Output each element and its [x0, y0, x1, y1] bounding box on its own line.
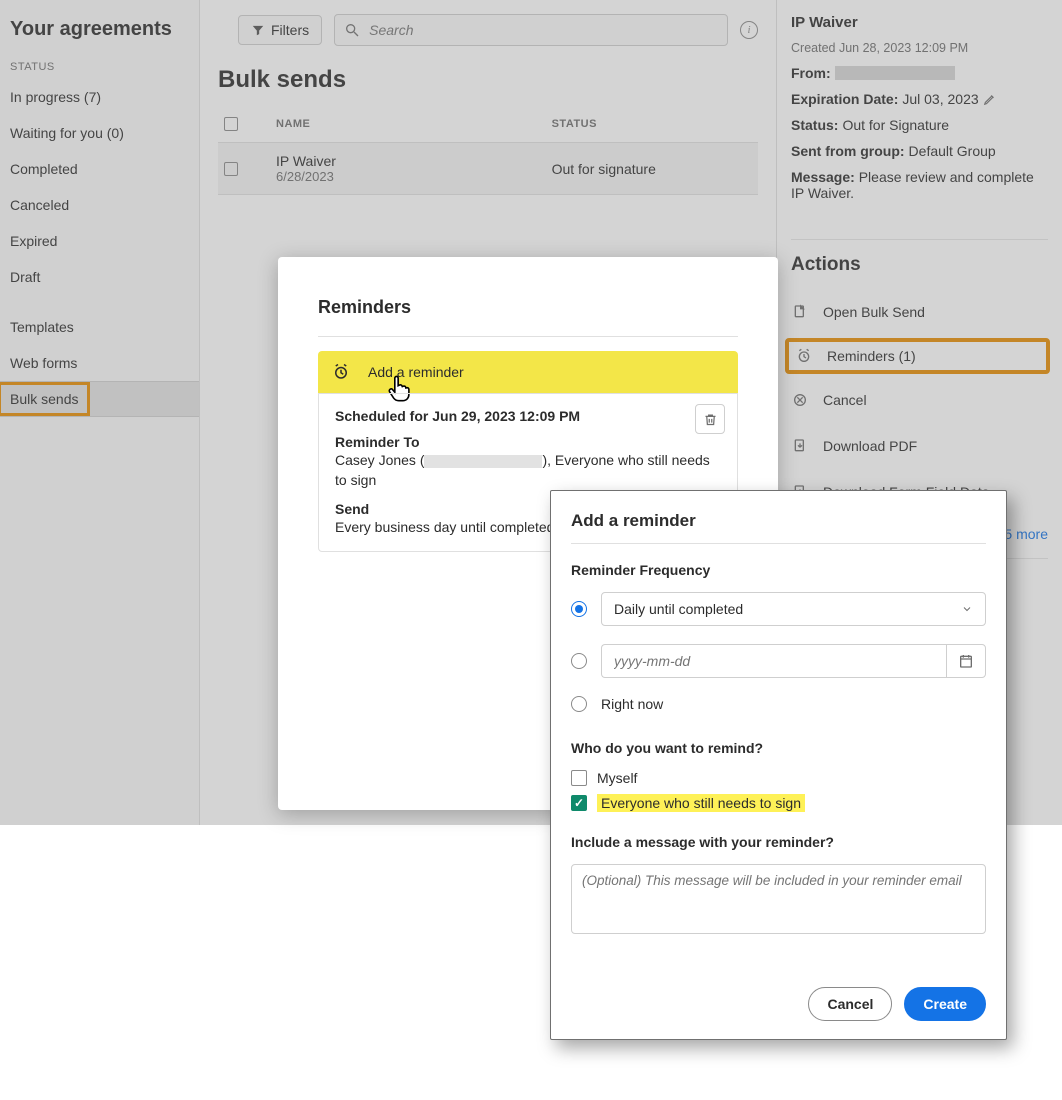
freq-radio-daily[interactable] [571, 601, 587, 617]
create-button[interactable]: Create [904, 987, 986, 1021]
det-title: IP Waiver [791, 14, 1048, 31]
table-row[interactable]: IP Waiver 6/28/2023 Out for signature [218, 142, 758, 195]
edit-expiration-icon[interactable] [983, 92, 997, 106]
exp-label: Expiration Date: [791, 91, 898, 107]
from-label: From: [791, 65, 831, 81]
everyone-label: Everyone who still needs to sign [597, 794, 805, 812]
cancel-button[interactable]: Cancel [808, 987, 892, 1021]
scheduled-label: Scheduled for Jun 29, 2023 12:09 PM [335, 408, 721, 424]
clock-icon [795, 347, 813, 365]
freq-radio-date[interactable] [571, 653, 587, 669]
search-input[interactable] [334, 14, 728, 46]
open-icon [791, 303, 809, 321]
chevron-down-icon [961, 603, 973, 615]
search-icon [344, 22, 360, 38]
add-reminder-button[interactable]: Add a reminder [318, 351, 738, 393]
action-cancel[interactable]: Cancel [791, 382, 1048, 418]
reminders-title: Reminders [318, 297, 738, 318]
section-heading: Bulk sends [218, 66, 758, 94]
from-value-redacted [835, 66, 955, 80]
group-label: Sent from group: [791, 143, 905, 159]
exp-value: Jul 03, 2023 [902, 91, 978, 107]
row-date: 6/28/2023 [276, 169, 552, 184]
det-created: Created Jun 28, 2023 12:09 PM [791, 41, 1048, 55]
chk-everyone[interactable] [571, 795, 587, 811]
filter-icon [251, 23, 265, 37]
cancel-icon [791, 391, 809, 409]
add-reminder-popover: Add a reminder Reminder Frequency Daily … [550, 490, 1007, 1040]
sidebar-item-inprogress[interactable]: In progress (7) [0, 79, 199, 115]
delete-reminder-button[interactable] [695, 404, 725, 434]
frequency-label: Reminder Frequency [571, 562, 986, 578]
message-label: Include a message with your reminder? [571, 834, 986, 850]
info-icon[interactable]: i [740, 21, 758, 39]
status-value: Out for Signature [842, 117, 949, 133]
row-name: IP Waiver [276, 153, 552, 169]
frequency-select[interactable]: Daily until completed [601, 592, 986, 626]
who-label: Who do you want to remind? [571, 740, 986, 756]
myself-label: Myself [597, 770, 637, 786]
msg-label: Message: [791, 169, 855, 185]
message-textarea[interactable] [571, 864, 986, 934]
actions-heading: Actions [791, 239, 1048, 276]
sidebar-item-draft[interactable]: Draft [0, 259, 199, 295]
status-label: Status: [791, 117, 838, 133]
sidebar-item-templates[interactable]: Templates [0, 309, 199, 345]
download-icon [791, 437, 809, 455]
chk-myself[interactable] [571, 770, 587, 786]
sidebar-item-webforms[interactable]: Web forms [0, 345, 199, 381]
sidebar-item-bulksends[interactable]: Bulk sends [0, 381, 199, 417]
action-download-pdf[interactable]: Download PDF [791, 428, 1048, 464]
group-value: Default Group [909, 143, 996, 159]
date-input[interactable] [601, 644, 946, 678]
reminder-to-label: Reminder To [335, 434, 721, 450]
page-title: Your agreements [0, 0, 199, 61]
select-all-checkbox[interactable] [224, 117, 238, 131]
calendar-button[interactable] [946, 644, 986, 678]
col-status: STATUS [552, 118, 752, 130]
row-status: Out for signature [552, 161, 752, 177]
popover-title: Add a reminder [571, 511, 986, 544]
sidebar-item-completed[interactable]: Completed [0, 151, 199, 187]
now-label: Right now [601, 696, 663, 712]
freq-radio-now[interactable] [571, 696, 587, 712]
reminder-to-value: Casey Jones (), Everyone who still needs… [335, 450, 721, 491]
status-section-label: STATUS [0, 61, 199, 79]
filters-button[interactable]: Filters [238, 15, 322, 45]
sidebar-item-expired[interactable]: Expired [0, 223, 199, 259]
row-checkbox[interactable] [224, 162, 238, 176]
col-name: NAME [276, 118, 552, 130]
action-reminders[interactable]: Reminders (1) [787, 340, 1048, 372]
action-open-bulk-send[interactable]: Open Bulk Send [791, 294, 1048, 330]
sidebar-item-waiting[interactable]: Waiting for you (0) [0, 115, 199, 151]
clock-icon [332, 363, 350, 381]
sidebar-item-canceled[interactable]: Canceled [0, 187, 199, 223]
